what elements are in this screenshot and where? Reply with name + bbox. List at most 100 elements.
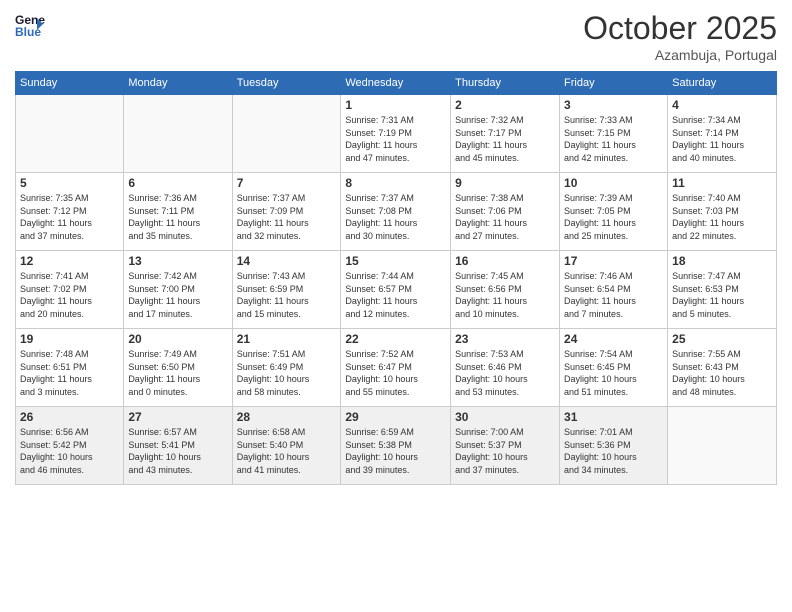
logo: General Blue — [15, 10, 48, 40]
calendar-table: Sunday Monday Tuesday Wednesday Thursday… — [15, 71, 777, 485]
day-info: Sunrise: 7:44 AM Sunset: 6:57 PM Dayligh… — [345, 270, 446, 320]
day-info: Sunrise: 6:57 AM Sunset: 5:41 PM Dayligh… — [128, 426, 227, 476]
day-number: 4 — [672, 98, 772, 112]
day-number: 21 — [237, 332, 337, 346]
day-info: Sunrise: 7:45 AM Sunset: 6:56 PM Dayligh… — [455, 270, 555, 320]
calendar-cell: 19 Sunrise: 7:48 AM Sunset: 6:51 PM Dayli… — [16, 329, 124, 407]
day-number: 1 — [345, 98, 446, 112]
day-info: Sunrise: 7:00 AM Sunset: 5:37 PM Dayligh… — [455, 426, 555, 476]
calendar-cell: 14Sunrise: 7:43 AM Sunset: 6:59 PM Dayli… — [232, 251, 341, 329]
day-info: Sunrise: 7:41 AM Sunset: 7:02 PM Dayligh… — [20, 270, 119, 320]
header-thursday: Thursday — [451, 72, 560, 95]
day-number: 22 — [345, 332, 446, 346]
day-info: Sunrise: 7:47 AM Sunset: 6:53 PM Dayligh… — [672, 270, 772, 320]
calendar-cell: 9 Sunrise: 7:38 AM Sunset: 7:06 PM Daylig… — [451, 173, 560, 251]
calendar-cell — [232, 95, 341, 173]
calendar-cell — [16, 95, 124, 173]
day-number: 9 — [455, 176, 555, 190]
day-info: Sunrise: 7:36 AM Sunset: 7:11 PM Dayligh… — [128, 192, 227, 242]
calendar-cell: 3 Sunrise: 7:33 AM Sunset: 7:15 PM Daylig… — [560, 95, 668, 173]
day-info: Sunrise: 7:38 AM Sunset: 7:06 PM Dayligh… — [455, 192, 555, 242]
day-number: 3 — [564, 98, 663, 112]
day-number: 15 — [345, 254, 446, 268]
calendar-cell: 11 Sunrise: 7:40 AM Sunset: 7:03 PM Dayli… — [668, 173, 777, 251]
day-info: Sunrise: 7:52 AM Sunset: 6:47 PM Dayligh… — [345, 348, 446, 398]
calendar-cell: 27 Sunrise: 6:57 AM Sunset: 5:41 PM Dayli… — [124, 407, 232, 485]
day-info: Sunrise: 7:35 AM Sunset: 7:12 PM Dayligh… — [20, 192, 119, 242]
day-info: Sunrise: 7:01 AM Sunset: 5:36 PM Dayligh… — [564, 426, 663, 476]
page: General Blue October 2025 Azambuja, Port… — [0, 0, 792, 612]
calendar-cell: 6 Sunrise: 7:36 AM Sunset: 7:11 PM Daylig… — [124, 173, 232, 251]
day-number: 29 — [345, 410, 446, 424]
calendar-cell: 22 Sunrise: 7:52 AM Sunset: 6:47 PM Dayli… — [341, 329, 451, 407]
day-info: Sunrise: 7:39 AM Sunset: 7:05 PM Dayligh… — [564, 192, 663, 242]
day-info: Sunrise: 7:40 AM Sunset: 7:03 PM Dayligh… — [672, 192, 772, 242]
day-info: Sunrise: 6:56 AM Sunset: 5:42 PM Dayligh… — [20, 426, 119, 476]
day-number: 11 — [672, 176, 772, 190]
day-info: Sunrise: 6:59 AM Sunset: 5:38 PM Dayligh… — [345, 426, 446, 476]
day-number: 5 — [20, 176, 119, 190]
day-number: 31 — [564, 410, 663, 424]
day-info: Sunrise: 7:33 AM Sunset: 7:15 PM Dayligh… — [564, 114, 663, 164]
header: General Blue October 2025 Azambuja, Port… — [15, 10, 777, 63]
day-number: 16 — [455, 254, 555, 268]
header-saturday: Saturday — [668, 72, 777, 95]
header-tuesday: Tuesday — [232, 72, 341, 95]
calendar-cell: 12 Sunrise: 7:41 AM Sunset: 7:02 PM Dayli… — [16, 251, 124, 329]
day-info: Sunrise: 6:58 AM Sunset: 5:40 PM Dayligh… — [237, 426, 337, 476]
day-info: Sunrise: 7:54 AM Sunset: 6:45 PM Dayligh… — [564, 348, 663, 398]
day-number: 17 — [564, 254, 663, 268]
day-number: 13 — [128, 254, 227, 268]
day-number: 12 — [20, 254, 119, 268]
calendar-cell: 25Sunrise: 7:55 AM Sunset: 6:43 PM Dayli… — [668, 329, 777, 407]
calendar-cell: 26 Sunrise: 6:56 AM Sunset: 5:42 PM Dayli… — [16, 407, 124, 485]
day-number: 28 — [237, 410, 337, 424]
calendar-cell: 29 Sunrise: 6:59 AM Sunset: 5:38 PM Dayli… — [341, 407, 451, 485]
day-info: Sunrise: 7:46 AM Sunset: 6:54 PM Dayligh… — [564, 270, 663, 320]
day-number: 30 — [455, 410, 555, 424]
calendar-cell: 2 Sunrise: 7:32 AM Sunset: 7:17 PM Daylig… — [451, 95, 560, 173]
day-info: Sunrise: 7:31 AM Sunset: 7:19 PM Dayligh… — [345, 114, 446, 164]
day-number: 27 — [128, 410, 227, 424]
calendar-header-row: Sunday Monday Tuesday Wednesday Thursday… — [16, 72, 777, 95]
calendar-week-3: 19 Sunrise: 7:48 AM Sunset: 6:51 PM Dayli… — [16, 329, 777, 407]
day-info: Sunrise: 7:42 AM Sunset: 7:00 PM Dayligh… — [128, 270, 227, 320]
header-monday: Monday — [124, 72, 232, 95]
calendar-cell: 18 Sunrise: 7:47 AM Sunset: 6:53 PM Dayli… — [668, 251, 777, 329]
day-number: 14 — [237, 254, 337, 268]
header-friday: Friday — [560, 72, 668, 95]
day-info: Sunrise: 7:48 AM Sunset: 6:51 PM Dayligh… — [20, 348, 119, 398]
calendar-week-0: 1 Sunrise: 7:31 AM Sunset: 7:19 PM Daylig… — [16, 95, 777, 173]
calendar-cell: 13 Sunrise: 7:42 AM Sunset: 7:00 PM Dayli… — [124, 251, 232, 329]
month-title: October 2025 — [583, 10, 777, 47]
calendar-cell: 1 Sunrise: 7:31 AM Sunset: 7:19 PM Daylig… — [341, 95, 451, 173]
calendar-cell: 20 Sunrise: 7:49 AM Sunset: 6:50 PM Dayli… — [124, 329, 232, 407]
day-number: 25 — [672, 332, 772, 346]
calendar-week-4: 26 Sunrise: 6:56 AM Sunset: 5:42 PM Dayli… — [16, 407, 777, 485]
day-info: Sunrise: 7:53 AM Sunset: 6:46 PM Dayligh… — [455, 348, 555, 398]
day-number: 2 — [455, 98, 555, 112]
day-number: 19 — [20, 332, 119, 346]
calendar-cell: 8Sunrise: 7:37 AM Sunset: 7:08 PM Daylig… — [341, 173, 451, 251]
header-sunday: Sunday — [16, 72, 124, 95]
day-info: Sunrise: 7:34 AM Sunset: 7:14 PM Dayligh… — [672, 114, 772, 164]
day-number: 6 — [128, 176, 227, 190]
day-number: 18 — [672, 254, 772, 268]
calendar-cell: 5 Sunrise: 7:35 AM Sunset: 7:12 PM Daylig… — [16, 173, 124, 251]
location: Azambuja, Portugal — [583, 47, 777, 63]
day-number: 20 — [128, 332, 227, 346]
day-info: Sunrise: 7:51 AM Sunset: 6:49 PM Dayligh… — [237, 348, 337, 398]
calendar-cell: 4 Sunrise: 7:34 AM Sunset: 7:14 PM Daylig… — [668, 95, 777, 173]
day-info: Sunrise: 7:32 AM Sunset: 7:17 PM Dayligh… — [455, 114, 555, 164]
day-number: 26 — [20, 410, 119, 424]
day-number: 7 — [237, 176, 337, 190]
calendar-cell: 17 Sunrise: 7:46 AM Sunset: 6:54 PM Dayli… — [560, 251, 668, 329]
calendar-cell — [668, 407, 777, 485]
calendar-cell: 21 Sunrise: 7:51 AM Sunset: 6:49 PM Dayli… — [232, 329, 341, 407]
header-wednesday: Wednesday — [341, 72, 451, 95]
day-info: Sunrise: 7:49 AM Sunset: 6:50 PM Dayligh… — [128, 348, 227, 398]
calendar-cell: 15 Sunrise: 7:44 AM Sunset: 6:57 PM Dayli… — [341, 251, 451, 329]
title-area: October 2025 Azambuja, Portugal — [583, 10, 777, 63]
calendar-cell: 30 Sunrise: 7:00 AM Sunset: 5:37 PM Dayli… — [451, 407, 560, 485]
calendar-week-2: 12 Sunrise: 7:41 AM Sunset: 7:02 PM Dayli… — [16, 251, 777, 329]
